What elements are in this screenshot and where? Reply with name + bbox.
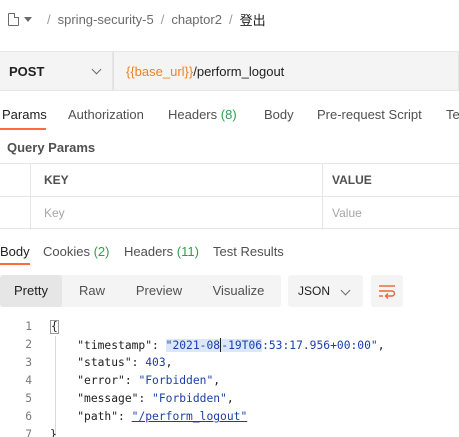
tab-response-headers-count: (11) [176, 244, 199, 259]
code-line: } [50, 428, 57, 437]
tab-tests[interactable]: Te [446, 100, 459, 130]
tab-params[interactable]: Params [2, 100, 47, 130]
json-key-message: "message" [77, 392, 139, 405]
method-select[interactable]: POST [0, 51, 113, 91]
chevron-down-icon [340, 285, 351, 296]
json-key-path: "path" [77, 410, 119, 423]
line-number: 1 [25, 320, 32, 333]
wrap-lines-button[interactable] [371, 275, 403, 307]
url-variable: {{base_url}} [126, 63, 194, 79]
format-label: JSON [298, 284, 331, 298]
line-number: 6 [25, 410, 32, 423]
json-value-error: "Forbidden" [138, 374, 214, 387]
code-line: "status": 403, [77, 356, 173, 369]
breadcrumb-separator: / [47, 11, 51, 27]
tab-body[interactable]: Body [264, 100, 294, 130]
format-select[interactable]: JSON [288, 275, 363, 307]
request-tabs: Params Authorization Headers (8) Body Pr… [0, 100, 459, 130]
line-number: 2 [25, 338, 32, 351]
tab-response-headers[interactable]: Headers (11) [124, 239, 199, 265]
json-value-timestamp-mid: -19T06 [221, 339, 263, 352]
active-response-tab-indicator [0, 263, 30, 265]
code-line: "path": "/perform_logout" [77, 410, 248, 423]
column-divider [30, 164, 31, 230]
json-value-timestamp-selected: "2021-08 [165, 339, 221, 352]
chevron-down-icon [91, 64, 102, 74]
table-divider [0, 196, 459, 197]
tab-headers[interactable]: Headers (8) [168, 100, 237, 130]
line-number: 5 [25, 392, 32, 405]
tab-pre-request-script[interactable]: Pre-request Script [317, 100, 422, 130]
tab-response-headers-label: Headers [124, 244, 174, 259]
view-mode-group: Pretty Raw Preview Visualize [0, 275, 281, 307]
tab-test-results[interactable]: Test Results [213, 239, 284, 265]
open-brace: { [50, 320, 59, 334]
code-line: "timestamp": "2021-08-19T06:53:17.956+00… [77, 338, 385, 352]
url-path: /perform_logout [193, 63, 285, 79]
request-doc-icon [8, 12, 19, 26]
line-number: 3 [25, 356, 32, 369]
caret-down-icon[interactable] [24, 16, 32, 22]
json-key-error: "error" [77, 374, 125, 387]
active-tab-indicator [0, 128, 46, 130]
json-value-message: "Forbidden" [152, 392, 227, 405]
code-line: "error": "Forbidden", [77, 374, 221, 387]
json-value-timestamp-rest: :53:17.956+00:00" [262, 339, 378, 352]
key-input[interactable]: Key [44, 197, 65, 229]
tab-headers-count: (8) [220, 107, 237, 122]
code-line: { [50, 320, 59, 334]
close-brace: } [50, 428, 57, 437]
tab-cookies-label: Cookies [43, 244, 90, 259]
view-visualize-button[interactable]: Visualize [196, 275, 281, 307]
tab-response-body[interactable]: Body [0, 239, 30, 265]
method-label: POST [9, 63, 45, 79]
tab-headers-label: Headers [168, 107, 218, 122]
line-number: 7 [25, 428, 32, 437]
json-key-timestamp: "timestamp" [77, 339, 153, 352]
wrap-lines-icon [379, 285, 396, 299]
tab-cookies-count: (2) [93, 244, 110, 259]
breadcrumb-separator: / [228, 11, 233, 27]
breadcrumb-request-name[interactable]: 登出 [240, 10, 266, 29]
view-raw-button[interactable]: Raw [62, 275, 122, 307]
json-value-status: 403 [145, 356, 166, 369]
json-value-path[interactable]: "/perform_logout" [132, 410, 248, 423]
request-bar: POST {{base_url}}/perform_logout [0, 51, 459, 91]
tab-cookies[interactable]: Cookies (2) [43, 239, 109, 265]
response-tabs: Body Cookies (2) Headers (11) Test Resul… [0, 239, 459, 265]
response-body-code[interactable]: 1 2 3 4 5 6 7 { "timestamp": "2021-08-19… [0, 318, 459, 437]
value-column-header: VALUE [332, 173, 372, 187]
breadcrumb-collection[interactable]: spring-security-5 [58, 12, 154, 27]
breadcrumb-folder[interactable]: chaptor2 [171, 12, 222, 27]
code-line: "message": "Forbidden", [77, 392, 234, 405]
column-divider [322, 164, 323, 230]
json-key-status: "status" [77, 356, 132, 369]
view-pretty-button[interactable]: Pretty [0, 275, 62, 307]
breadcrumb: / spring-security-5 / chaptor2 / 登出 [0, 0, 459, 38]
line-number: 4 [25, 374, 32, 387]
view-preview-button[interactable]: Preview [122, 275, 196, 307]
tab-authorization[interactable]: Authorization [68, 100, 144, 130]
query-params-title: Query Params [7, 140, 96, 155]
query-params-table: KEY VALUE Key Value [0, 163, 459, 230]
value-input[interactable]: Value [332, 197, 362, 229]
key-column-header: KEY [44, 173, 69, 187]
breadcrumb-separator: / [160, 11, 165, 27]
url-input[interactable]: {{base_url}}/perform_logout [113, 51, 459, 91]
